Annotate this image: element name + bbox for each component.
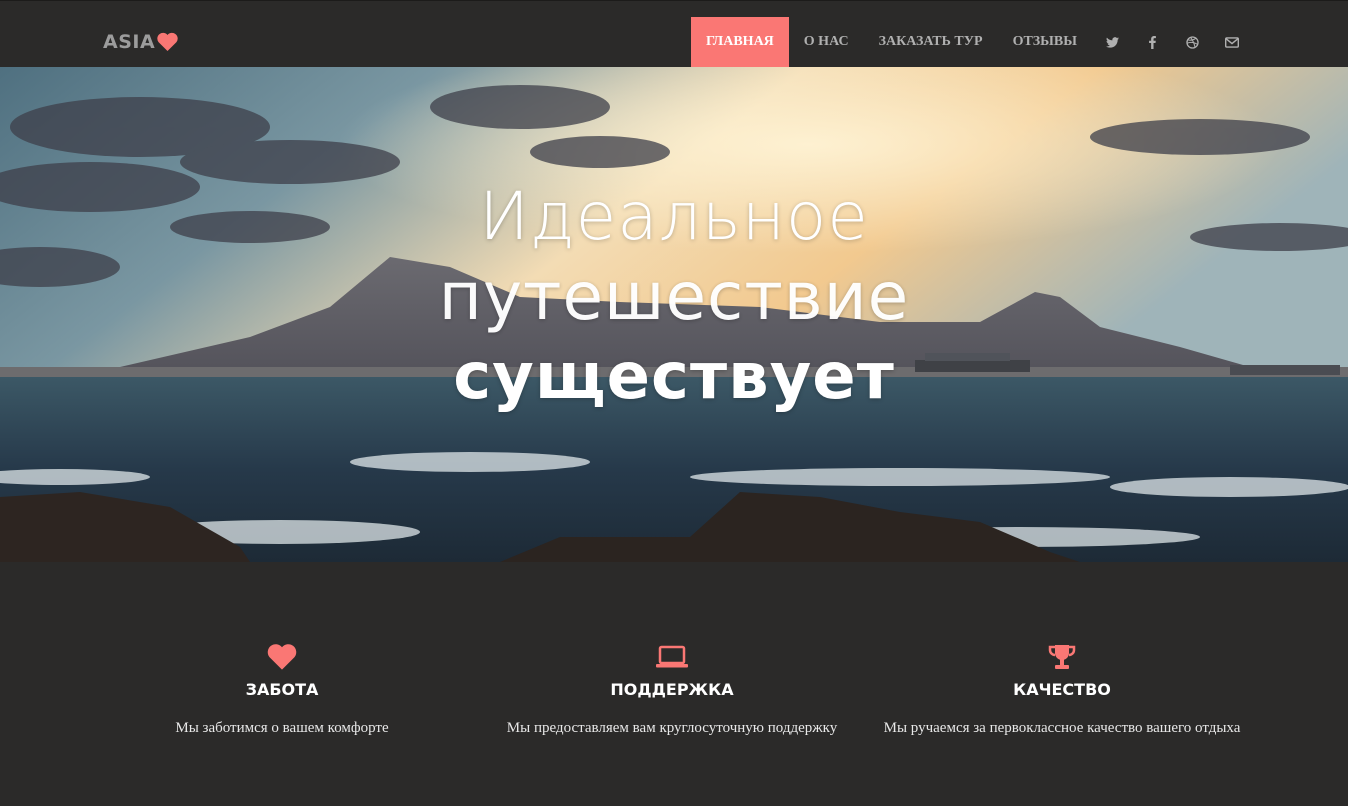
- feature-support: Поддержка Мы предоставляем вам круглосут…: [492, 642, 852, 742]
- twitter-icon[interactable]: [1092, 17, 1132, 67]
- features-section: Забота Мы заботимся о вашем комфорте Под…: [0, 562, 1348, 806]
- feature-text: Мы предоставляем вам круглосуточную подд…: [506, 720, 838, 736]
- trophy-icon: [882, 642, 1242, 672]
- facebook-icon[interactable]: [1132, 17, 1172, 67]
- dribbble-icon[interactable]: [1172, 17, 1212, 67]
- hero-line-1: Идеальное: [479, 178, 869, 255]
- logo[interactable]: ASIA: [103, 31, 179, 53]
- feature-title: Забота: [245, 680, 319, 699]
- logo-text: ASIA: [103, 31, 156, 53]
- feature-quality: Качество Мы ручаемся за первоклассное ка…: [882, 642, 1242, 742]
- feature-text: Мы заботимся о вашем комфорте: [175, 720, 389, 736]
- menu-item-home[interactable]: Главная: [691, 17, 789, 67]
- feature-title: Поддержка: [610, 680, 734, 699]
- feature-care: Забота Мы заботимся о вашем комфорте: [102, 642, 462, 742]
- hero-line-2: путешествие: [438, 258, 910, 335]
- laptop-icon: [492, 642, 852, 672]
- navbar: ASIA Главная О нас Заказать тур Отзывы: [0, 0, 1348, 67]
- menu-item-order-tour[interactable]: Заказать тур: [864, 17, 998, 67]
- menu-item-reviews[interactable]: Отзывы: [998, 17, 1092, 67]
- envelope-icon[interactable]: [1212, 17, 1252, 67]
- feature-title: Качество: [1013, 680, 1111, 699]
- main-menu: Главная О нас Заказать тур Отзывы: [691, 17, 1092, 67]
- heart-icon: [156, 32, 179, 52]
- heart-icon: [102, 642, 462, 672]
- menu-item-about[interactable]: О нас: [789, 17, 864, 67]
- hero-headline: Идеальное путешествие существует: [0, 177, 1348, 417]
- feature-text: Мы ручаемся за первоклассное качество ва…: [883, 720, 1241, 736]
- social-links: [1092, 17, 1252, 67]
- hero-line-3: существует: [453, 340, 895, 414]
- hero-banner: Идеальное путешествие существует: [0, 67, 1348, 562]
